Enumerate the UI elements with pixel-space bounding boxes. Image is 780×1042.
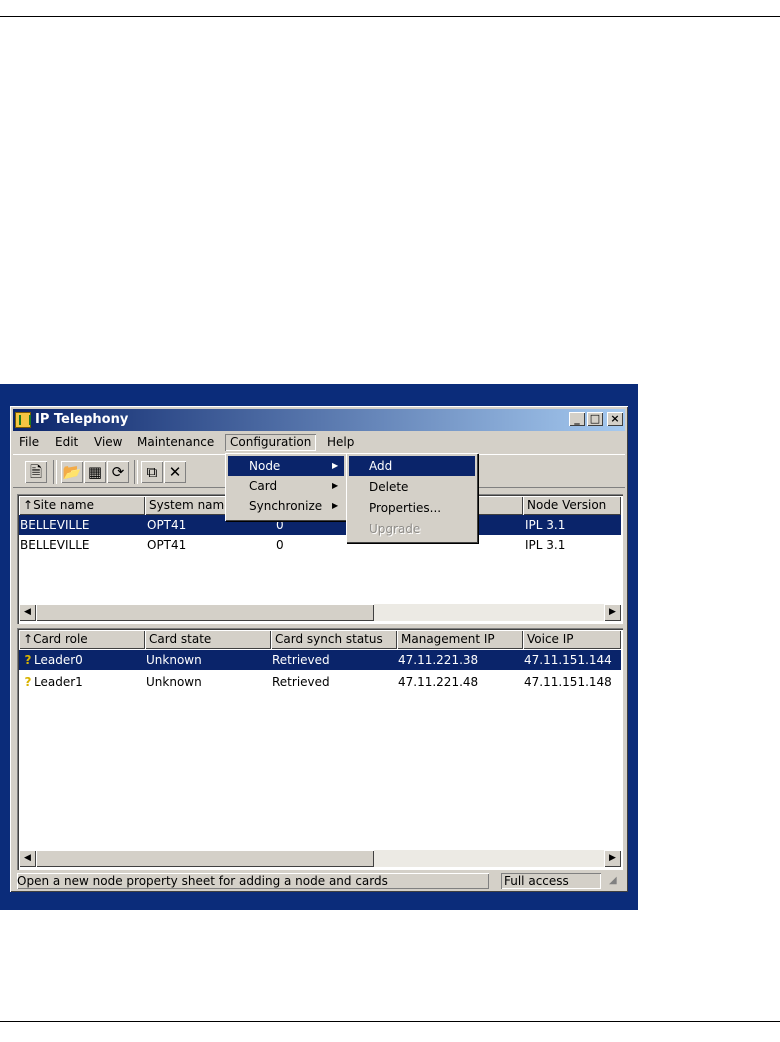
cell-management-ip: 47.11.221.38 xyxy=(398,653,479,667)
menu-delete-label: Delete xyxy=(369,480,409,494)
cell-card-role: ? Leader0 xyxy=(21,650,83,670)
grid-view-icon[interactable]: ▦ xyxy=(84,461,106,483)
scroll-left-icon[interactable]: ◀ xyxy=(19,850,36,867)
copy-icon[interactable]: ⧉ xyxy=(141,461,163,483)
ip-telephony-window: IP Telephony _ □ × File Edit View Mainte… xyxy=(10,406,628,892)
cell-synch-status: Retrieved xyxy=(272,675,330,689)
scroll-left-icon[interactable]: ◀ xyxy=(19,604,36,621)
menu-card-label: Card xyxy=(249,479,278,493)
status-message: Open a new node property sheet for addin… xyxy=(17,873,489,889)
column-card-role[interactable]: ↑Card role xyxy=(19,630,145,649)
menu-synchronize[interactable]: Synchronize ▶ xyxy=(228,496,344,516)
configuration-menu: Node ▶ Card ▶ Synchronize ▶ xyxy=(225,453,347,521)
scroll-right-icon[interactable]: ▶ xyxy=(604,604,621,621)
cards-list[interactable]: ↑Card role Card state Card synch status … xyxy=(17,628,623,870)
unknown-card-icon: ? xyxy=(24,653,32,667)
scroll-thumb[interactable] xyxy=(36,850,374,867)
menu-properties-label: Properties... xyxy=(369,501,442,515)
menu-properties[interactable]: Properties... xyxy=(349,498,475,518)
table-row[interactable]: ? Leader0 Unknown Retrieved 47.11.221.38 … xyxy=(19,650,621,670)
cell-site-name: BELLEVILLE xyxy=(20,518,90,532)
cell-management-ip: 47.11.221.48 xyxy=(398,675,479,689)
menu-help[interactable]: Help xyxy=(322,434,359,451)
cell-card-state: Unknown xyxy=(146,675,202,689)
window-title: IP Telephony xyxy=(35,412,129,427)
column-card-synch-status[interactable]: Card synch status xyxy=(271,630,397,649)
menu-add-label: Add xyxy=(369,459,393,473)
close-button[interactable]: × xyxy=(607,412,623,426)
new-sheet-icon[interactable]: 🗎 xyxy=(25,461,47,483)
toolbar-separator xyxy=(134,460,138,484)
page-bottom-rule xyxy=(0,1021,780,1022)
column-management-ip[interactable]: Management IP xyxy=(397,630,523,649)
scroll-right-icon[interactable]: ▶ xyxy=(604,850,621,867)
open-folder-icon[interactable]: 📂 xyxy=(61,461,83,483)
maximize-button[interactable]: □ xyxy=(587,412,603,426)
nodes-horizontal-scrollbar[interactable]: ◀ ▶ xyxy=(19,604,621,621)
node-submenu: Add Delete Properties... Upgrade xyxy=(346,453,478,543)
menu-node-label: Node xyxy=(249,459,281,473)
cell-card-state: Unknown xyxy=(146,653,202,667)
cell-system-name: OPT41 xyxy=(147,518,187,532)
column-voice-ip[interactable]: Voice IP xyxy=(523,630,621,649)
cards-header: ↑Card role Card state Card synch status … xyxy=(19,630,621,649)
menu-file[interactable]: File xyxy=(14,434,44,451)
cards-horizontal-scrollbar[interactable]: ◀ ▶ xyxy=(19,850,621,867)
menu-synchronize-label: Synchronize xyxy=(249,499,323,513)
menu-bar: File Edit View Maintenance Configuration… xyxy=(13,432,625,452)
table-row[interactable]: BELLEVILLE OPT41 0 IPL 3.1 xyxy=(19,535,621,555)
menu-view[interactable]: View xyxy=(89,434,127,451)
menu-maintenance[interactable]: Maintenance xyxy=(132,434,219,451)
column-card-state[interactable]: Card state xyxy=(145,630,271,649)
column-site-name[interactable]: ↑Site name xyxy=(19,496,145,515)
cell-node-version: IPL 3.1 xyxy=(525,518,566,532)
cell-voice-ip: 47.11.151.148 xyxy=(524,675,612,689)
menu-delete[interactable]: Delete xyxy=(349,477,475,497)
cell-site-name: BELLEVILLE xyxy=(20,538,90,552)
unknown-card-icon: ? xyxy=(24,675,32,689)
table-row[interactable]: ? Leader1 Unknown Retrieved 47.11.221.48 … xyxy=(19,672,621,692)
access-level: Full access xyxy=(501,873,601,889)
cell-col3: 0 xyxy=(276,538,284,552)
delete-icon[interactable]: ✕ xyxy=(164,461,186,483)
menu-upgrade-label: Upgrade xyxy=(369,522,421,536)
scroll-thumb[interactable] xyxy=(36,604,374,621)
submenu-arrow-icon: ▶ xyxy=(332,481,339,490)
menu-node[interactable]: Node ▶ xyxy=(228,456,344,476)
cell-voice-ip: 47.11.151.144 xyxy=(524,653,612,667)
cell-node-version: IPL 3.1 xyxy=(525,538,566,552)
menu-edit[interactable]: Edit xyxy=(50,434,83,451)
cell-synch-status: Retrieved xyxy=(272,653,330,667)
app-icon xyxy=(15,412,31,428)
cell-system-name: OPT41 xyxy=(147,538,187,552)
minimize-button[interactable]: _ xyxy=(569,412,585,426)
column-node-version[interactable]: Node Version xyxy=(523,496,621,515)
resize-grip-icon[interactable]: ◢ xyxy=(609,875,621,887)
cell-card-role: ? Leader1 xyxy=(21,672,83,692)
menu-upgrade: Upgrade xyxy=(349,519,475,539)
menu-add[interactable]: Add xyxy=(349,456,475,476)
title-bar[interactable]: IP Telephony _ □ × xyxy=(13,409,625,431)
sync-icon[interactable]: ⟳ xyxy=(107,461,129,483)
status-bar: Open a new node property sheet for addin… xyxy=(13,872,625,890)
submenu-arrow-icon: ▶ xyxy=(332,461,339,470)
menu-card[interactable]: Card ▶ xyxy=(228,476,344,496)
menu-configuration[interactable]: Configuration xyxy=(225,434,316,451)
toolbar-separator xyxy=(53,460,57,484)
page-top-rule xyxy=(0,16,780,17)
submenu-arrow-icon: ▶ xyxy=(332,501,339,510)
